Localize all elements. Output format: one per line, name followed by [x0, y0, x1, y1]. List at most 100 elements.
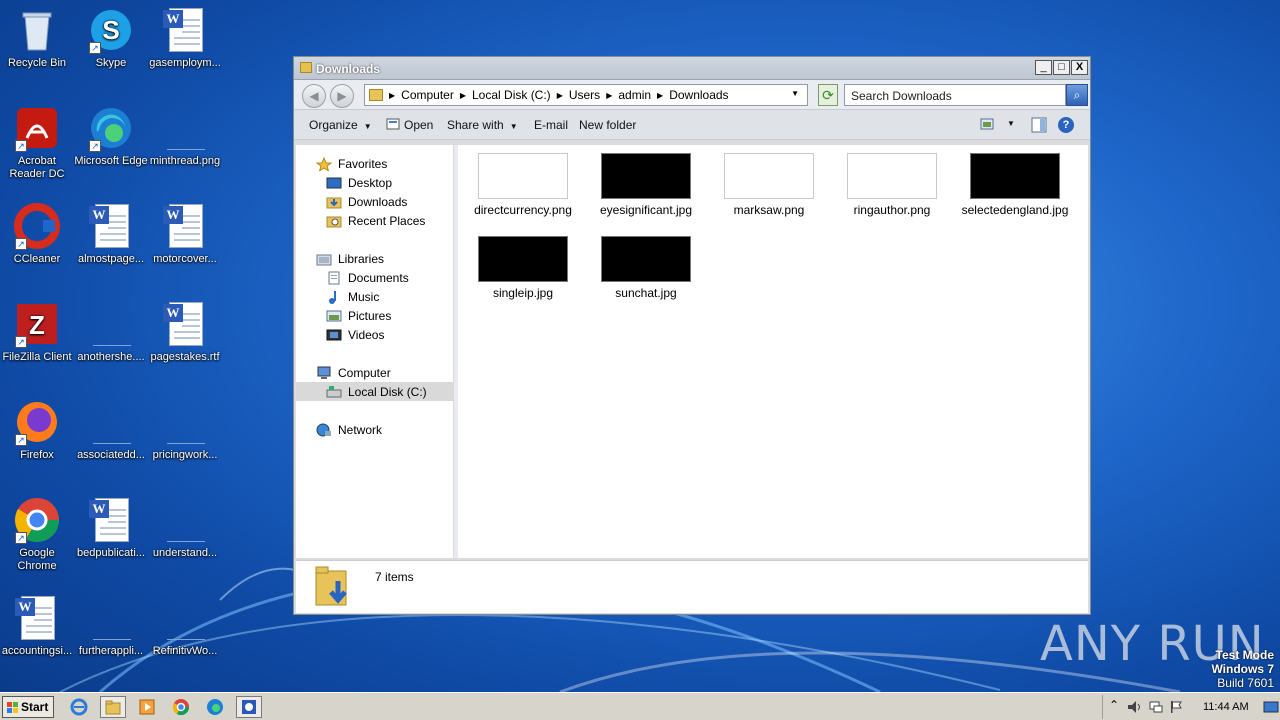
file-item[interactable]: selectedengland.jpg — [956, 153, 1074, 217]
desktop-icon-item[interactable]: Wbedpublicati... — [74, 496, 148, 560]
desktop-icon-label: motorcover... — [153, 253, 217, 265]
nav-libraries[interactable]: Libraries — [316, 249, 384, 268]
forward-button[interactable]: ▶ — [330, 84, 354, 108]
network-tray-icon[interactable] — [1149, 700, 1163, 714]
help-icon[interactable]: ? — [1058, 117, 1074, 133]
ie-taskbar-icon[interactable] — [66, 696, 92, 718]
desktop-icon-label: understand... — [152, 547, 218, 559]
action-center-flag-icon[interactable] — [1169, 700, 1183, 714]
desktop-icon-item[interactable]: ↗ CCleaner — [0, 202, 74, 266]
desktop-icon-item[interactable]: Walmostpage... — [74, 202, 148, 266]
desktop-icon-item[interactable]: furtherappli... — [74, 594, 148, 658]
start-button[interactable]: Start — [2, 696, 54, 718]
minimize-button[interactable]: _ — [1035, 60, 1052, 75]
back-button[interactable]: ◀ — [302, 84, 326, 108]
desktop-icon-item[interactable]: Waccountingsi... — [0, 594, 74, 658]
desktop-icon-label: Acrobat Reader DC — [9, 155, 65, 180]
desktop-icon-label: bedpublicati... — [77, 547, 145, 559]
file-name: sunchat.jpg — [615, 286, 677, 300]
desktop-icon-item[interactable]: Recycle Bin — [0, 6, 74, 70]
file-thumbnail — [478, 153, 568, 199]
explorer-body: Favorites Desktop Downloads Recent Place… — [296, 145, 1088, 558]
nav-network[interactable]: Network — [316, 420, 382, 439]
volume-icon[interactable] — [1127, 700, 1141, 714]
desktop-icon-item[interactable]: RefinitivWo... — [148, 594, 222, 658]
title-bar[interactable]: Downloads _ □ X — [294, 57, 1090, 80]
desktop-icon-item[interactable]: ↗ Acrobat Reader DC — [0, 104, 74, 181]
desktop-icon-label: Skype — [95, 57, 127, 69]
breadcrumb-computer[interactable]: ▶ Computer — [389, 88, 454, 102]
ccleaner-icon: ↗ — [13, 202, 61, 250]
search-icon[interactable]: ⌕ — [1066, 84, 1088, 106]
computer-icon — [316, 366, 332, 380]
search-input[interactable]: Search Downloads — [844, 84, 1066, 106]
clock[interactable]: 11:44 AM — [1203, 701, 1249, 713]
nav-videos[interactable]: Videos — [326, 325, 384, 344]
desktop-icon-item[interactable]: Wpagestakes.rtf — [148, 300, 222, 364]
address-bar-row: ◀ ▶ ▶ Computer ▶ Local Disk (C:) ▶ Users ▶ a… — [294, 80, 1090, 110]
nav-favorites[interactable]: Favorites — [315, 154, 387, 173]
desktop-icon-item[interactable]: ↗ Google Chrome — [0, 496, 74, 573]
nav-desktop[interactable]: Desktop — [326, 173, 392, 192]
breadcrumb-downloads[interactable]: ▶ Downloads — [657, 88, 729, 102]
image-file-icon — [161, 496, 209, 544]
image-file-icon — [87, 300, 135, 348]
breadcrumb-admin[interactable]: ▶ admin — [606, 88, 651, 102]
close-button[interactable]: X — [1071, 60, 1088, 75]
chrome-taskbar-icon[interactable] — [168, 696, 194, 718]
file-item[interactable]: ringauthor.png — [833, 153, 951, 217]
view-options-chevron-icon[interactable]: ▼ — [1007, 119, 1015, 128]
breadcrumb-local-disk[interactable]: ▶ Local Disk (C:) — [460, 88, 551, 102]
desktop-icon-item[interactable]: anothershe.... — [74, 300, 148, 364]
explorer-window[interactable]: Downloads _ □ X ◀ ▶ ▶ Computer ▶ Local Dis… — [293, 56, 1091, 615]
breadcrumb[interactable]: ▶ Computer ▶ Local Disk (C:) ▶ Users ▶ admin… — [364, 84, 808, 106]
organize-button[interactable]: Organize ▼ — [309, 118, 372, 132]
view-icon[interactable] — [980, 117, 994, 131]
desktop-icon-item[interactable]: Wmotorcover... — [148, 202, 222, 266]
new-folder-button[interactable]: New folder — [579, 118, 636, 132]
share-with-button[interactable]: Share with ▼ — [447, 118, 518, 132]
desktop-icon-label: Firefox — [20, 449, 54, 461]
file-item[interactable]: marksaw.png — [710, 153, 828, 217]
nav-local-disk[interactable]: Local Disk (C:) — [296, 382, 454, 401]
refresh-icon[interactable]: ⟳ — [818, 84, 838, 106]
nav-music[interactable]: Music — [326, 287, 379, 306]
nav-recent-places[interactable]: Recent Places — [326, 211, 425, 230]
breadcrumb-users[interactable]: ▶ Users — [557, 88, 601, 102]
show-desktop-icon[interactable] — [1263, 700, 1279, 714]
desktop-icon-item[interactable]: ↗ Firefox — [0, 398, 74, 462]
email-button[interactable]: E-mail — [534, 118, 568, 132]
file-item[interactable]: eyesignificant.jpg — [587, 153, 705, 217]
edge-taskbar-icon[interactable] — [202, 696, 228, 718]
desktop-icon-item[interactable]: associatedd... — [74, 398, 148, 462]
app-taskbar-icon[interactable] — [236, 696, 262, 718]
desktop-icon-label: RefinitivWo... — [152, 645, 218, 657]
file-item[interactable]: sunchat.jpg — [587, 236, 705, 300]
nav-documents[interactable]: Documents — [326, 268, 409, 287]
chevron-down-icon[interactable]: ▼ — [791, 89, 799, 98]
file-name: directcurrency.png — [474, 203, 572, 217]
nav-pictures[interactable]: Pictures — [326, 306, 391, 325]
desktop-icon-label: almostpage... — [77, 253, 145, 265]
nav-downloads[interactable]: Downloads — [326, 192, 407, 211]
videos-icon — [326, 328, 342, 342]
navigation-pane: Favorites Desktop Downloads Recent Place… — [296, 145, 454, 558]
desktop-icon-item[interactable]: minthread.png — [148, 104, 222, 168]
maximize-button[interactable]: □ — [1053, 60, 1070, 75]
preview-pane-icon[interactable] — [1031, 117, 1047, 133]
desktop-icon-item[interactable]: Z ↗ FileZilla Client — [0, 300, 74, 364]
image-file-icon — [161, 104, 209, 152]
open-button[interactable]: Open — [404, 118, 433, 132]
desktop-icon-item[interactable]: ↗ Microsoft Edge — [74, 104, 148, 168]
file-item[interactable]: singleip.jpg — [464, 236, 582, 300]
show-hidden-icons-icon[interactable]: ⌃ — [1109, 698, 1119, 712]
desktop-icon-item[interactable]: understand... — [148, 496, 222, 560]
desktop-icon-item[interactable]: pricingwork... — [148, 398, 222, 462]
media-player-taskbar-icon[interactable] — [134, 696, 160, 718]
nav-computer[interactable]: Computer — [316, 363, 391, 382]
desktop-icon-item[interactable]: Wgasemploym... — [148, 6, 222, 70]
file-item[interactable]: directcurrency.png — [464, 153, 582, 217]
desktop-icon-label: furtherappli... — [78, 645, 144, 657]
explorer-taskbar-icon[interactable] — [100, 696, 126, 718]
desktop-icon-item[interactable]: S ↗ Skype — [74, 6, 148, 70]
